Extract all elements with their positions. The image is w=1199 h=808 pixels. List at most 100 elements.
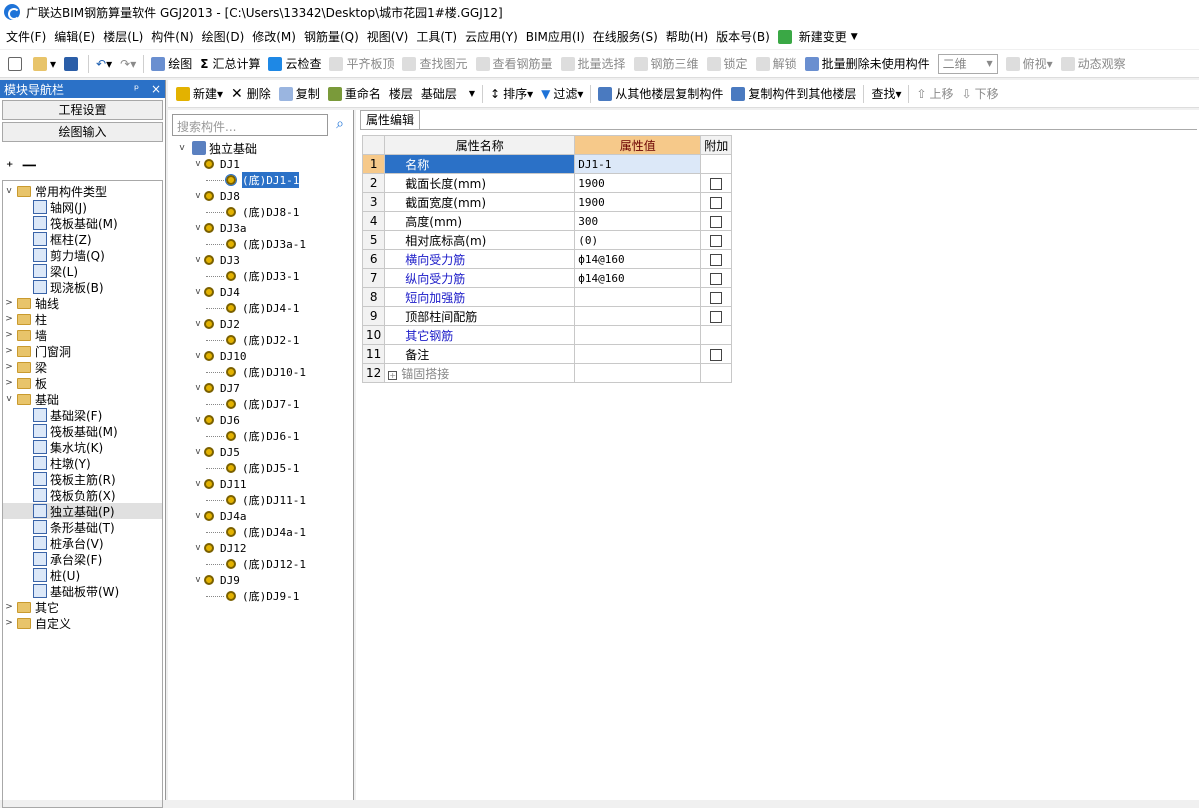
tree-folder-openings[interactable]: > 门窗洞	[3, 343, 162, 359]
chevron-down-icon[interactable]: v	[192, 191, 204, 201]
property-value-cell[interactable]	[574, 363, 702, 383]
menu-floor[interactable]: 楼层(L)	[99, 28, 147, 45]
tree-item-slab-strip[interactable]: 基础板带(W)	[3, 583, 162, 599]
component-item[interactable]: (底)DJ10-1	[176, 364, 352, 380]
component-group[interactable]: v DJ11	[176, 476, 352, 492]
open-file-button[interactable]: ▾	[29, 53, 60, 75]
view-rebar-button[interactable]: 查看钢筋量	[472, 53, 557, 75]
chevron-down-icon[interactable]: v	[192, 255, 204, 265]
table-row[interactable]: 11 备注	[361, 344, 733, 364]
menu-file[interactable]: 文件(F)	[2, 28, 50, 45]
chevron-down-icon[interactable]: v	[192, 287, 204, 297]
tree-folder-slab[interactable]: > 板	[3, 375, 162, 391]
batch-delete-button[interactable]: 批量删除未使用构件	[801, 53, 934, 75]
chevron-down-icon[interactable]: v	[192, 351, 204, 361]
tree-folder-custom[interactable]: > 自定义	[3, 615, 162, 631]
chevron-down-icon[interactable]: v	[192, 159, 204, 169]
find-button[interactable]: 查找 ▾	[867, 83, 905, 105]
redo-button[interactable]: ↷ ▾	[116, 53, 140, 75]
search-icon[interactable]: ⌕	[330, 114, 350, 136]
dynamic-view-button[interactable]: 动态观察	[1057, 53, 1130, 75]
chevron-down-icon[interactable]: v	[192, 511, 204, 521]
new-file-button[interactable]	[4, 53, 29, 75]
component-group[interactable]: v DJ7	[176, 380, 352, 396]
tree-item-slab[interactable]: 现浇板(B)	[3, 279, 162, 295]
add-checkbox[interactable]	[710, 291, 723, 304]
chevron-down-icon[interactable]: v	[3, 394, 15, 404]
component-item[interactable]: (底)DJ4a-1	[176, 524, 352, 540]
tree-item-raft-main-rebar[interactable]: 筏板主筋(R)	[3, 471, 162, 487]
menu-help[interactable]: 帮助(H)	[662, 28, 712, 45]
table-row[interactable]: 12 + 锚固搭接	[361, 363, 733, 383]
tree-item-grid[interactable]: 轴网(J)	[3, 199, 162, 215]
component-root[interactable]: v 独立基础	[176, 140, 352, 156]
copy-from-floor-button[interactable]: 从其他楼层复制构件	[594, 83, 727, 105]
menu-cloud[interactable]: 云应用(Y)	[461, 28, 522, 45]
search-input[interactable]: 搜索构件...	[172, 114, 328, 136]
component-group[interactable]: v DJ9	[176, 572, 352, 588]
add-checkbox[interactable]	[710, 253, 723, 266]
add-checkbox[interactable]	[710, 348, 723, 361]
component-group[interactable]: v DJ3a	[176, 220, 352, 236]
component-item[interactable]: (底)DJ9-1	[176, 588, 352, 604]
menu-version[interactable]: 版本号(B)	[712, 28, 774, 45]
menu-rebar[interactable]: 钢筋量(Q)	[300, 28, 363, 45]
component-item[interactable]: (底)DJ3a-1	[176, 236, 352, 252]
chevron-down-icon[interactable]: v	[3, 186, 15, 196]
table-row[interactable]: 2 截面长度(mm) 1900	[361, 173, 733, 193]
component-item[interactable]: (底)DJ11-1	[176, 492, 352, 508]
chevron-right-icon[interactable]: >	[3, 314, 15, 324]
tree-item-frame-column[interactable]: 框柱(Z)	[3, 231, 162, 247]
copy-button[interactable]: 复制	[275, 83, 324, 105]
find-element-button[interactable]: 查找图元	[398, 53, 471, 75]
menu-view[interactable]: 视图(V)	[363, 28, 413, 45]
chevron-down-icon[interactable]: v	[192, 479, 204, 489]
draw-input-button[interactable]: 绘图输入	[2, 122, 163, 142]
tree-item-raft[interactable]: 筏板基础(M)	[3, 215, 162, 231]
chevron-down-icon[interactable]: v	[192, 543, 204, 553]
chevron-down-icon[interactable]: v	[192, 383, 204, 393]
tree-folder-beam[interactable]: > 梁	[3, 359, 162, 375]
menu-online[interactable]: 在线服务(S)	[589, 28, 662, 45]
pin-icon[interactable]: ᵖ	[134, 82, 139, 96]
tree-folder-wall[interactable]: > 墙	[3, 327, 162, 343]
summary-button[interactable]: Σ 汇总计算	[196, 53, 264, 75]
component-item[interactable]: (底)DJ7-1	[176, 396, 352, 412]
lock-button[interactable]: 锁定	[703, 53, 752, 75]
unlock-button[interactable]: 解锁	[752, 53, 801, 75]
tree-folder-other[interactable]: > 其它	[3, 599, 162, 615]
chevron-right-icon[interactable]: >	[3, 602, 15, 612]
chevron-down-icon[interactable]: v	[176, 143, 188, 153]
component-item[interactable]: (底)DJ12-1	[176, 556, 352, 572]
tab-property-edit[interactable]: 属性编辑	[360, 110, 420, 130]
component-group[interactable]: v DJ3	[176, 252, 352, 268]
property-value-cell[interactable]: DJ1-1	[574, 154, 702, 174]
menu-edit[interactable]: 编辑(E)	[50, 28, 99, 45]
new-component-button[interactable]: 新建 ▾	[172, 83, 227, 105]
expand-plus-icon[interactable]: +	[388, 370, 398, 380]
table-row[interactable]: 4 高度(mm) 300	[361, 211, 733, 231]
component-group[interactable]: v DJ4	[176, 284, 352, 300]
project-settings-button[interactable]: 工程设置	[2, 100, 163, 120]
chevron-down-icon[interactable]: v	[192, 415, 204, 425]
flat-slab-button[interactable]: 平齐板顶	[325, 53, 398, 75]
component-group[interactable]: v DJ10	[176, 348, 352, 364]
component-item[interactable]: (底)DJ3-1	[176, 268, 352, 284]
delete-button[interactable]: ✕ 删除	[227, 83, 275, 105]
chevron-down-icon[interactable]: v	[192, 319, 204, 329]
batch-select-button[interactable]: 批量选择	[557, 53, 630, 75]
chevron-right-icon[interactable]: >	[3, 346, 15, 356]
menu-component[interactable]: 构件(N)	[147, 28, 197, 45]
component-item[interactable]: (底)DJ6-1	[176, 428, 352, 444]
rename-button[interactable]: 重命名	[324, 83, 385, 105]
property-value-cell[interactable]	[574, 287, 702, 307]
chevron-down-icon[interactable]: v	[192, 223, 204, 233]
tree-folder-foundation[interactable]: v 基础	[3, 391, 162, 407]
move-up-button[interactable]: ⇧ 上移	[912, 83, 957, 105]
table-row[interactable]: 9 顶部柱间配筋	[361, 306, 733, 326]
tree-folder-axis[interactable]: > 轴线	[3, 295, 162, 311]
tree-item-shear-wall[interactable]: 剪力墙(Q)	[3, 247, 162, 263]
draw-button[interactable]: 绘图	[147, 53, 196, 75]
table-row[interactable]: 1 名称 DJ1-1	[361, 154, 733, 174]
table-row[interactable]: 5 相对底标高(m) (0)	[361, 230, 733, 250]
